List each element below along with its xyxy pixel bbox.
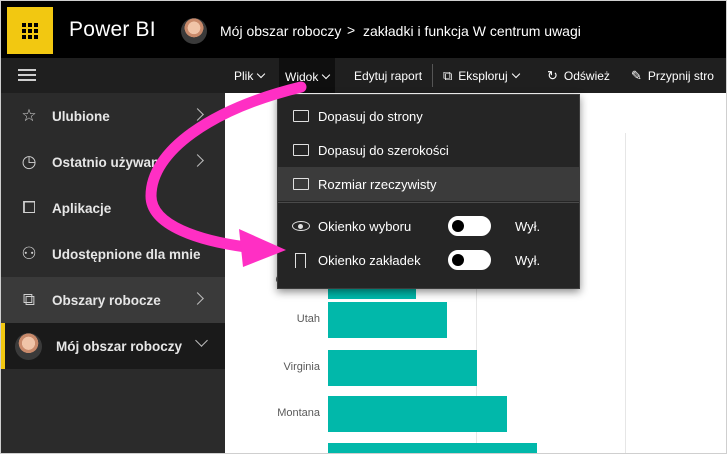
menu-divider: [278, 202, 579, 203]
nav-item-label: Ostatnio używane: [52, 154, 167, 170]
fit-to-width-option[interactable]: Dopasuj do szerokości: [278, 133, 579, 167]
bookmarks-pane-toggle[interactable]: [448, 250, 491, 270]
refresh-label: Odśwież: [563, 68, 610, 83]
chevron-down-icon: [322, 70, 331, 80]
chart-bar[interactable]: [328, 443, 537, 453]
bookmarks-pane-toggle-state: Wył.: [515, 252, 541, 268]
clock-icon: ◷: [21, 152, 37, 171]
bookmarks-pane-option[interactable]: Okienko zakładek Wył.: [278, 243, 579, 277]
command-separator: [432, 64, 433, 87]
selection-pane-option[interactable]: Okienko wyboru Wył.: [278, 209, 579, 243]
chart-gridline: [625, 133, 626, 453]
nav-item-apps[interactable]: ⧠ Aplikacje: [1, 185, 225, 231]
bookmark-icon: [295, 252, 306, 268]
nav-item-my-workspace[interactable]: Mój obszar roboczy: [1, 323, 225, 369]
chart-category-label: Virginia: [283, 361, 321, 373]
nav-item-label: Aplikacje: [52, 200, 112, 216]
chart-category-label: Utah: [296, 313, 320, 325]
view-dropdown-menu: Dopasuj do strony Dopasuj do szerokości …: [277, 94, 580, 289]
nav-item-recent[interactable]: ◷ Ostatnio używane: [1, 139, 225, 185]
actual-size-label: Rozmiar rzeczywisty: [318, 176, 437, 192]
nav-item-label: Obszary robocze: [52, 292, 161, 308]
explore-icon: ⧉: [443, 67, 453, 83]
refresh-icon: ↻: [547, 67, 558, 83]
nav-item-label: Udostępnione dla mnie: [52, 246, 201, 262]
file-menu-label: Plik: [234, 68, 254, 83]
fit-to-width-label: Dopasuj do szerokości: [318, 142, 449, 158]
pin-icon: ✎: [631, 67, 642, 83]
nav-item-label: Mój obszar roboczy: [56, 338, 183, 354]
chevron-down-icon: [511, 69, 520, 79]
shared-icon: ⚇: [21, 244, 37, 263]
edit-report-label: Edytuj raport: [354, 68, 423, 83]
edit-report-button[interactable]: Edytuj raport: [354, 58, 422, 93]
chart-bar[interactable]: [328, 350, 477, 386]
avatar: [15, 333, 42, 360]
bookmarks-pane-label: Okienko zakładek: [318, 252, 421, 268]
toggle-knob: [452, 253, 464, 266]
chart-category-label: Montana: [277, 407, 320, 419]
nav-item-label: Ulubione: [52, 108, 110, 124]
chevron-right-icon: [191, 108, 204, 121]
actual-size-icon: [293, 178, 309, 190]
chevron-down-icon: [195, 334, 208, 347]
fit-to-page-label: Dopasuj do strony: [318, 108, 423, 124]
nav-item-workspaces[interactable]: ⧉ Obszary robocze: [1, 277, 225, 323]
chevron-right-icon: [191, 292, 204, 305]
file-menu-button[interactable]: Plik: [234, 58, 266, 93]
chart-bar[interactable]: [328, 302, 447, 338]
pin-page-button[interactable]: ✎ Przypnij stro: [631, 58, 714, 93]
selection-pane-toggle[interactable]: [448, 216, 491, 236]
pin-page-label: Przypnij stro: [647, 68, 714, 83]
hamburger-menu-icon[interactable]: [18, 69, 36, 81]
chevron-right-icon: [191, 154, 204, 167]
toggle-knob: [452, 219, 464, 232]
app-title: Power BI: [69, 18, 156, 41]
fit-page-icon: [293, 110, 309, 122]
star-icon: ☆: [21, 106, 37, 125]
nav-item-favorites[interactable]: ☆ Ulubione: [1, 93, 225, 139]
breadcrumb-separator: >: [347, 22, 356, 38]
waffle-icon: [22, 22, 38, 39]
selection-pane-label: Okienko wyboru: [318, 218, 412, 234]
fit-to-page-option[interactable]: Dopasuj do strony: [278, 99, 579, 133]
chevron-down-icon: [257, 69, 266, 79]
view-menu-button[interactable]: Widok: [279, 58, 336, 93]
command-bar: Plik Widok Edytuj raport ⧉ Eksploruj ↻ O…: [1, 58, 726, 93]
fit-width-icon: [293, 144, 309, 156]
avatar[interactable]: [181, 18, 207, 44]
workspaces-icon: ⧉: [22, 290, 36, 309]
explore-menu-label: Eksploruj: [458, 68, 508, 83]
app-launcher-button[interactable]: [7, 7, 53, 54]
apps-icon: ⧠: [22, 198, 36, 217]
breadcrumb-workspace[interactable]: Mój obszar roboczy: [220, 23, 341, 39]
refresh-button[interactable]: ↻ Odśwież: [547, 58, 610, 93]
nav-item-shared[interactable]: ⚇ Udostępnione dla mnie: [1, 231, 225, 277]
top-header: Power BI Mój obszar roboczy > zakładki i…: [1, 1, 726, 58]
eye-icon: [292, 221, 310, 231]
chart-bar[interactable]: [328, 396, 507, 432]
screenshot-frame: Power BI Mój obszar roboczy > zakładki i…: [0, 0, 727, 454]
left-navigation: ☆ Ulubione ◷ Ostatnio używane ⧠ Aplikacj…: [1, 93, 225, 453]
explore-menu-button[interactable]: ⧉ Eksploruj: [443, 58, 520, 93]
breadcrumb-report[interactable]: zakładki i funkcja W centrum uwagi: [363, 23, 581, 39]
selection-pane-toggle-state: Wył.: [515, 218, 541, 234]
actual-size-option[interactable]: Rozmiar rzeczywisty: [278, 167, 579, 201]
view-menu-label: Widok: [285, 69, 319, 84]
